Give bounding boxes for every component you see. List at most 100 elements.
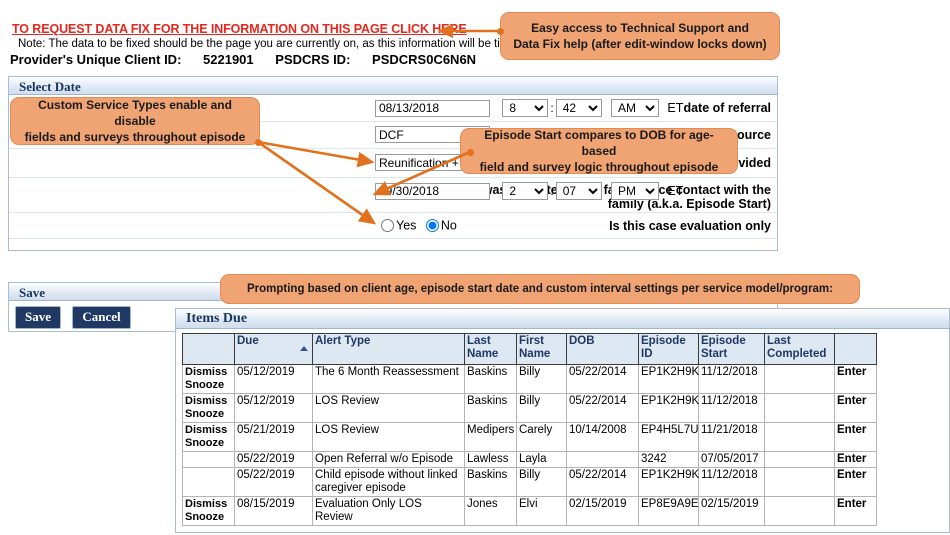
- column-header-last-completed[interactable]: Last Completed: [764, 333, 835, 365]
- evaluation-only-yes-radio[interactable]: [381, 219, 394, 233]
- form-row-episode-start: What was the date of first face to face …: [9, 178, 777, 213]
- row-dob-cell: [566, 451, 639, 468]
- callout-episode-line2: field and survey logic throughout episod…: [479, 160, 719, 174]
- save-button[interactable]: Save: [15, 306, 61, 329]
- row-due-cell: 05/12/2019: [234, 364, 313, 394]
- evaluation-only-radio-group: Yes No: [375, 218, 457, 233]
- callout-episode-start: Episode Start compares to DOB for age-ba…: [460, 128, 738, 174]
- episode-start-minute-select[interactable]: 07: [555, 182, 602, 200]
- column-header-last-name[interactable]: Last Name: [464, 333, 517, 365]
- row-alert-type-cell: LOS Review: [312, 393, 465, 423]
- snooze-link[interactable]: Snooze: [185, 379, 232, 392]
- row-episode-id-cell: EP1K2H9K: [638, 364, 699, 394]
- enter-link[interactable]: Enter: [834, 364, 877, 394]
- row-last-name-cell: Baskins: [464, 364, 517, 394]
- row-episode-start-cell: 02/15/2019: [698, 496, 765, 526]
- row-alert-type-cell: Open Referral w/o Episode: [312, 451, 465, 468]
- column-header-episode-id[interactable]: Episode ID: [638, 333, 699, 365]
- snooze-link[interactable]: Snooze: [185, 437, 232, 450]
- row-actions-cell: Dismiss Snooze: [182, 393, 235, 423]
- column-header-first-name[interactable]: First Name: [516, 333, 567, 365]
- column-header-dob[interactable]: DOB: [566, 333, 639, 365]
- date-of-referral-input[interactable]: [375, 99, 490, 117]
- date-of-referral-controls: 8:42 AM ET: [375, 99, 683, 117]
- row-last-completed-cell: [764, 451, 835, 468]
- row-episode-start-cell: 07/05/2017: [698, 451, 765, 468]
- select-date-title: Select Date: [9, 77, 777, 95]
- evaluation-only-yes-label[interactable]: Yes: [396, 219, 416, 233]
- row-episode-start-cell: 11/12/2018: [698, 393, 765, 423]
- row-first-name-cell: Billy: [516, 364, 567, 394]
- referral-hour-select[interactable]: 8: [502, 99, 549, 117]
- callout-support-anchor-dot: [497, 28, 504, 35]
- column-header-episode-start[interactable]: Episode Start: [698, 333, 765, 365]
- psdcrs-id-value: PSDCRS0C6N6N: [372, 52, 477, 67]
- dismiss-link[interactable]: Dismiss: [185, 424, 232, 437]
- row-last-name-cell: Baskins: [464, 467, 517, 497]
- enter-link[interactable]: Enter: [834, 467, 877, 497]
- column-header-alert-type[interactable]: Alert Type: [312, 333, 465, 365]
- table-row: Dismiss Snooze 05/21/2019 LOS Review Mediper…: [182, 422, 877, 452]
- callout-prompting-text: Prompting based on client age, episode s…: [246, 283, 833, 295]
- episode-start-hour-select[interactable]: 2: [502, 182, 549, 200]
- row-alert-type-cell: LOS Review: [312, 422, 465, 452]
- row-last-completed-cell: [764, 422, 835, 452]
- callout-custom-anchor-dot: [255, 139, 262, 146]
- items-due-panel: Items Due Due Alert Type Last Name First…: [175, 308, 950, 533]
- row-episode-id-cell: EP1K2H9K: [638, 393, 699, 423]
- evaluation-only-no-label[interactable]: No: [441, 219, 457, 233]
- row-first-name-cell: Carely: [516, 422, 567, 452]
- dismiss-link[interactable]: Dismiss: [185, 498, 232, 511]
- row-last-name-cell: Baskins: [464, 393, 517, 423]
- table-row: Dismiss Snooze 05/12/2019 LOS Review Baskins…: [182, 393, 877, 423]
- episode-start-controls: 2:07 PM ET: [375, 182, 683, 200]
- row-last-name-cell: Jones: [464, 496, 517, 526]
- row-alert-type-cell: Evaluation Only LOS Review: [312, 496, 465, 526]
- cancel-button[interactable]: Cancel: [72, 306, 131, 329]
- dismiss-link[interactable]: Dismiss: [185, 395, 232, 408]
- column-header-enter[interactable]: [834, 333, 877, 365]
- episode-start-date-input[interactable]: [375, 182, 490, 200]
- row-last-name-cell: Medipers: [464, 422, 517, 452]
- row-episode-start-cell: 11/12/2018: [698, 467, 765, 497]
- evaluation-only-label: Is this case evaluation only: [609, 219, 771, 233]
- request-data-fix-link[interactable]: TO REQUEST DATA FIX FOR THE INFORMATION …: [12, 22, 467, 36]
- form-row-spacer: [9, 239, 777, 261]
- referral-minute-select[interactable]: 42: [555, 99, 602, 117]
- items-due-header-row: Due Alert Type Last Name First Name DOB …: [182, 333, 877, 365]
- callout-support-line1: Easy access to Technical Support and: [531, 21, 749, 35]
- data-fix-note: Note: The data to be fixed should be the…: [18, 38, 526, 50]
- table-row: 05/22/2019 Child episode without linked c…: [182, 467, 877, 497]
- row-due-cell: 05/22/2019: [234, 467, 313, 497]
- snooze-link[interactable]: Snooze: [185, 408, 232, 421]
- row-first-name-cell: Billy: [516, 467, 567, 497]
- row-due-cell: 05/21/2019: [234, 422, 313, 452]
- row-due-cell: 08/15/2019: [234, 496, 313, 526]
- episode-start-timezone-label: ET: [667, 184, 684, 198]
- callout-custom-service-types: Custom Service Types enable and disable …: [10, 97, 260, 145]
- enter-link[interactable]: Enter: [834, 451, 877, 468]
- referral-meridiem-select[interactable]: AM: [611, 99, 660, 117]
- enter-link[interactable]: Enter: [834, 422, 877, 452]
- dismiss-link[interactable]: Dismiss: [185, 366, 232, 379]
- episode-start-meridiem-select[interactable]: PM: [611, 182, 660, 200]
- evaluation-only-no-radio[interactable]: [425, 219, 439, 233]
- table-row: Dismiss Snooze 08/15/2019 Evaluation Only L…: [182, 496, 877, 526]
- column-header-actions[interactable]: [182, 333, 235, 365]
- sort-ascending-icon: [300, 346, 308, 351]
- column-header-due[interactable]: Due: [234, 333, 313, 365]
- snooze-link[interactable]: Snooze: [185, 511, 232, 524]
- enter-link[interactable]: Enter: [834, 393, 877, 423]
- table-row: Dismiss Snooze 05/12/2019 The 6 Month Reass…: [182, 364, 877, 394]
- row-episode-id-cell: EP4H5L7U: [638, 422, 699, 452]
- row-first-name-cell: Elvi: [516, 496, 567, 526]
- row-last-name-cell: Lawless: [464, 451, 517, 468]
- row-episode-id-cell: EP1K2H9K: [638, 467, 699, 497]
- row-last-completed-cell: [764, 364, 835, 394]
- psdcrs-id-label: PSDCRS ID:: [275, 52, 351, 67]
- table-row: 05/22/2019 Open Referral w/o Episode Lawle…: [182, 451, 877, 468]
- row-actions-cell: [182, 467, 235, 497]
- callout-custom-line1: Custom Service Types enable and disable: [38, 98, 232, 128]
- row-actions-cell: Dismiss Snooze: [182, 364, 235, 394]
- enter-link[interactable]: Enter: [834, 496, 877, 526]
